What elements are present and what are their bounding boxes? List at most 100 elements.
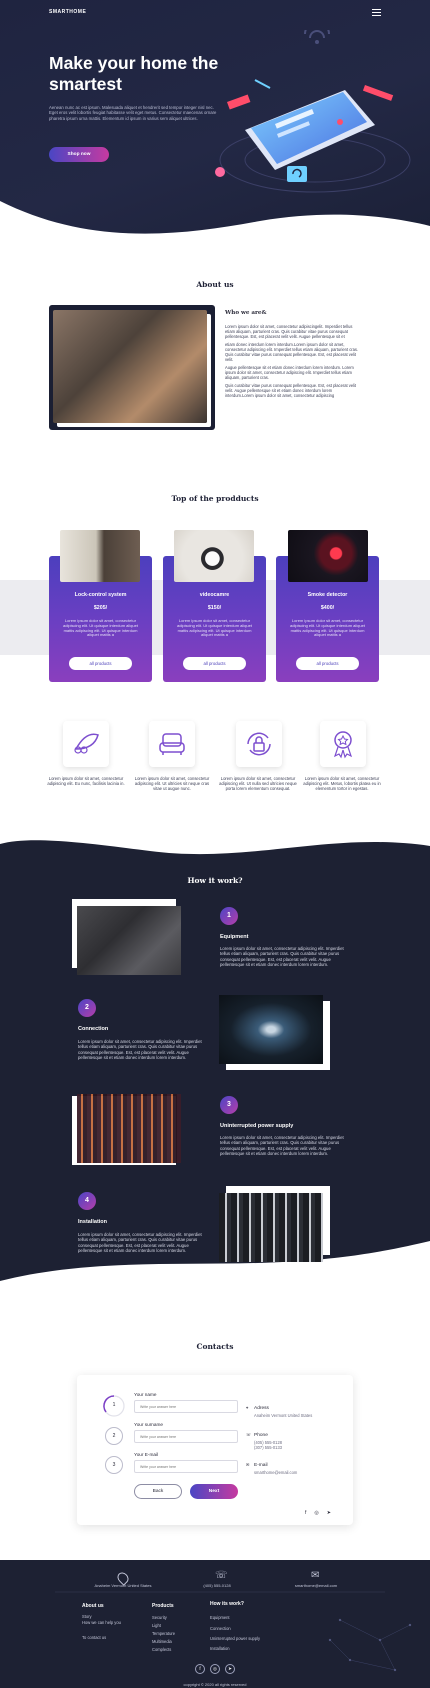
next-button[interactable]: Next: [190, 1484, 238, 1499]
footer-link[interactable]: Connection: [210, 1626, 231, 1631]
step-title: Uninterrupted power supply: [220, 1123, 294, 1129]
about-heading: Who we are&: [225, 310, 267, 316]
hero-wave: [0, 201, 430, 250]
about-photo: [53, 310, 207, 423]
contacts-title: Contacts: [196, 1342, 234, 1351]
name-input[interactable]: [134, 1400, 238, 1413]
mail-icon: ✉: [246, 1462, 250, 1467]
eco-leaf-icon: [74, 733, 99, 754]
location-icon: ⌖: [246, 1405, 249, 1410]
footer-link[interactable]: Complects: [152, 1647, 171, 1652]
product-price: $400/: [320, 605, 335, 611]
step-title: Equipment: [220, 934, 249, 940]
all-products-button[interactable]: all products: [69, 657, 132, 670]
step-photo-connection: [219, 995, 323, 1064]
product-text: Lorem ipsum dolor sit amet, consectetur …: [290, 618, 365, 638]
step-photo-power: [77, 1094, 181, 1163]
telegram-icon[interactable]: ➤: [225, 1664, 235, 1674]
footer-link[interactable]: Light: [152, 1623, 161, 1628]
footer-link[interactable]: Multimedia: [152, 1639, 172, 1644]
email-input[interactable]: [134, 1460, 238, 1473]
feature-icon-box: [320, 721, 366, 767]
step-image-frame: [219, 1186, 330, 1262]
footer-link[interactable]: Temperature: [152, 1631, 175, 1636]
product-image-camera: [174, 530, 254, 582]
step-number: 4: [78, 1192, 96, 1210]
about-paragraph: Augue pellentesque sit et etiam donec in…: [225, 365, 354, 380]
product-text: Lorem ipsum dolor sit amet, consectetur …: [177, 618, 252, 638]
about-title: About us: [196, 280, 234, 289]
about-image-frame: [49, 305, 215, 430]
footer-link[interactable]: How we can help you: [82, 1620, 127, 1626]
footer-email[interactable]: smarthome@email.com: [266, 1583, 366, 1588]
step-title: Connection: [78, 1026, 109, 1032]
lock-refresh-icon: [247, 732, 271, 756]
feature-text: Lorem ipsum dolor sit amet, consectetur …: [47, 776, 125, 786]
step-image-frame: [72, 1094, 181, 1165]
feature-text: Lorem ipsum dolor sit amet, consectetur …: [303, 776, 381, 791]
footer-link[interactable]: Equipment: [210, 1615, 230, 1620]
step-photo-installation: [219, 1193, 323, 1262]
footer-link[interactable]: Story: [82, 1614, 92, 1619]
instagram-icon[interactable]: ◎: [210, 1664, 220, 1674]
product-text: Lorem ipsum dolor sit amet, consectetur …: [63, 618, 138, 638]
hero-text: Aenean nunc ac est ipsum. Malesuada aliq…: [49, 105, 217, 121]
phone-icon: ☏: [246, 1432, 252, 1437]
all-products-button[interactable]: all products: [296, 657, 359, 670]
facebook-icon[interactable]: f: [305, 1510, 314, 1516]
shop-now-button[interactable]: Shop now: [49, 147, 109, 162]
all-products-button[interactable]: all products: [183, 657, 246, 670]
email-label-side: E-mail: [254, 1463, 268, 1468]
feature-text: Lorem ipsum dolor sit amet, consectetur …: [134, 776, 210, 791]
name-label: Your name: [134, 1392, 157, 1397]
hero-section: SMARTHOME Make your home the smartest Ae…: [0, 0, 430, 250]
step-text: Lorem ipsum dolor sit amet, consectetur …: [78, 1039, 202, 1060]
step-number: 1: [220, 907, 238, 925]
surname-label: Your surname: [134, 1422, 164, 1427]
step-number: 2: [78, 999, 96, 1017]
about-paragraph: etiam donec interdum lorem interdum.Lore…: [225, 342, 359, 362]
site-logo[interactable]: SMARTHOME: [49, 9, 86, 15]
phone-icon: ☏: [215, 1570, 228, 1581]
award-badge-icon: [333, 731, 353, 759]
products-title: Top of the prodducts: [171, 494, 259, 503]
how-title: How it work?: [187, 876, 243, 885]
about-paragraph: Lorem ipsum dolor sit amet, consectetur …: [225, 324, 353, 339]
footer-link[interactable]: To contact us: [82, 1635, 106, 1640]
product-name: videocamre: [199, 592, 230, 598]
step-photo-equipment: [77, 906, 181, 975]
step-image-frame: [72, 899, 181, 975]
step-text: Lorem ipsum dolor sit amet, consectetur …: [78, 1232, 202, 1253]
about-text: Lorem ipsum dolor sit amet, consectetur …: [225, 324, 360, 398]
footer-phone[interactable]: (405) 555-0128: [167, 1583, 267, 1588]
step-text: Lorem ipsum dolor sit amet, consectetur …: [220, 1135, 344, 1156]
email-value[interactable]: smarthome@email.com: [254, 1470, 324, 1475]
contact-phone: ☏ Phone (405) 555-0128 (307) 555-0133: [246, 1432, 324, 1450]
smartphone-illustration: [215, 30, 411, 193]
footer-address: Anaheim Vermont United States: [94, 1583, 152, 1588]
contact-address: ⌖ Adress Anaheim Vermont United States: [246, 1405, 324, 1418]
how-waves: [0, 836, 430, 1302]
product-price: $205/: [93, 605, 108, 611]
mail-icon: ✉: [311, 1570, 320, 1581]
copyright: copyright © 2020 all rights reserved: [183, 1682, 247, 1687]
footer-col-title: How its work?: [210, 1601, 244, 1607]
hamburger-icon[interactable]: [372, 9, 381, 16]
step-image-frame: [219, 995, 330, 1070]
product-price: $150/: [207, 605, 222, 611]
address-label: Adress: [254, 1406, 269, 1411]
facebook-icon[interactable]: f: [195, 1664, 205, 1674]
feature-text: Lorem ipsum dolor sit amet, consectetur …: [219, 776, 297, 791]
surname-input[interactable]: [134, 1430, 238, 1443]
how-section: [0, 836, 430, 1302]
footer-link[interactable]: Security: [152, 1615, 167, 1620]
step-text: Lorem ipsum dolor sit amet, consectetur …: [220, 946, 344, 967]
step-number: 3: [220, 1096, 238, 1114]
contact-form: 1 2 3 Your name Your surname Your E-mail…: [77, 1375, 353, 1525]
footer-col-title: About us: [82, 1603, 104, 1609]
telegram-icon[interactable]: ➤: [327, 1510, 339, 1516]
footer-link[interactable]: Uninterrupted power supply: [210, 1636, 260, 1641]
footer-link[interactable]: Installation: [210, 1646, 230, 1651]
back-button[interactable]: Back: [134, 1484, 182, 1499]
instagram-icon[interactable]: ◎: [314, 1510, 326, 1516]
